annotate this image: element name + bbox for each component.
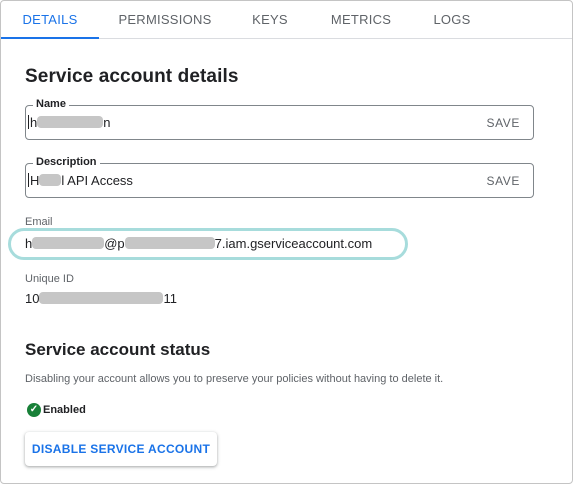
text-cursor	[28, 173, 29, 187]
status-section-title: Service account status	[25, 340, 211, 359]
check-circle-icon: ✓	[27, 403, 41, 417]
redaction-block	[39, 174, 62, 186]
email-label: Email	[25, 216, 53, 228]
redaction-block	[124, 237, 215, 249]
redaction-block	[32, 237, 105, 249]
description-field[interactable]: Description Hl API Access SAVE	[25, 155, 534, 198]
tab-keys[interactable]: KEYS	[244, 1, 296, 38]
name-field-label: Name	[33, 97, 69, 111]
text-cursor	[28, 115, 29, 129]
service-account-panel: DETAILS PERMISSIONS KEYS METRICS LOGS Se…	[0, 0, 573, 484]
description-value: Hl API Access	[28, 173, 133, 188]
save-name-button[interactable]: SAVE	[486, 115, 520, 131]
tab-permissions[interactable]: PERMISSIONS	[109, 1, 221, 38]
email-value: h @p 7.iam.gserviceaccount.com	[25, 236, 373, 251]
tab-bar: DETAILS PERMISSIONS KEYS METRICS LOGS	[1, 1, 572, 39]
description-field-label: Description	[33, 155, 100, 169]
tab-details[interactable]: DETAILS	[1, 1, 99, 39]
tab-logs[interactable]: LOGS	[424, 1, 480, 38]
redaction-block	[39, 292, 164, 304]
unique-id-label: Unique ID	[25, 273, 74, 285]
status-text: Enabled	[43, 404, 86, 416]
status-description: Disabling your account allows you to pre…	[25, 373, 444, 385]
disable-service-account-button[interactable]: DISABLE SERVICE ACCOUNT	[25, 432, 217, 466]
save-description-button[interactable]: SAVE	[486, 173, 520, 189]
status-indicator: ✓ Enabled	[27, 402, 86, 418]
name-field[interactable]: Name hn SAVE	[25, 97, 534, 140]
page-title: Service account details	[25, 66, 239, 87]
unique-id-value: 10 11	[25, 291, 177, 306]
redaction-block	[37, 116, 104, 128]
name-value: hn	[28, 115, 111, 130]
tab-metrics[interactable]: METRICS	[324, 1, 398, 38]
